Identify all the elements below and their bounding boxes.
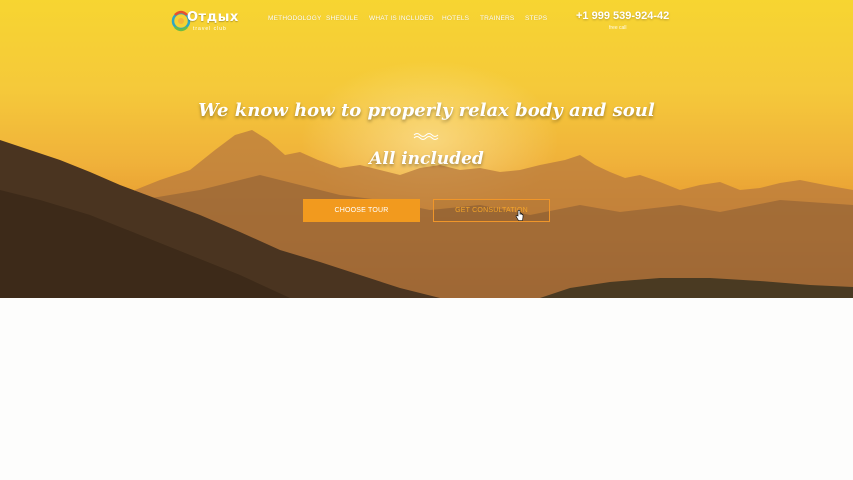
hand-pointer-icon bbox=[515, 210, 524, 221]
nav-item-hotels[interactable]: Hotels bbox=[442, 15, 469, 22]
phone-note: free call bbox=[609, 25, 627, 31]
phone-link[interactable]: +1 999 539-924-42 bbox=[576, 10, 669, 22]
choose-tour-button[interactable]: Choose tour bbox=[303, 199, 420, 222]
nav-item-methodology[interactable]: Methodology bbox=[268, 15, 321, 22]
nav-item-steps[interactable]: Steps bbox=[525, 15, 547, 22]
brand-logo[interactable]: Отдых travel club bbox=[171, 6, 239, 36]
wave-divider-icon bbox=[413, 133, 439, 140]
hero-section: Отдых travel club Methodology Shedule Wh… bbox=[0, 0, 853, 298]
get-consultation-button[interactable]: Get consultation bbox=[433, 199, 550, 222]
nav-item-what-is-included[interactable]: What is included bbox=[369, 15, 434, 22]
logo-subtext: travel club bbox=[193, 26, 227, 32]
content-area bbox=[0, 298, 853, 480]
hero-subheadline: All included bbox=[369, 149, 484, 169]
logo-text: Отдых bbox=[187, 10, 239, 25]
hero-headline: We know how to properly relax body and s… bbox=[198, 100, 655, 121]
nav-item-shedule[interactable]: Shedule bbox=[326, 15, 358, 22]
nav-item-trainers[interactable]: Trainers bbox=[480, 15, 514, 22]
